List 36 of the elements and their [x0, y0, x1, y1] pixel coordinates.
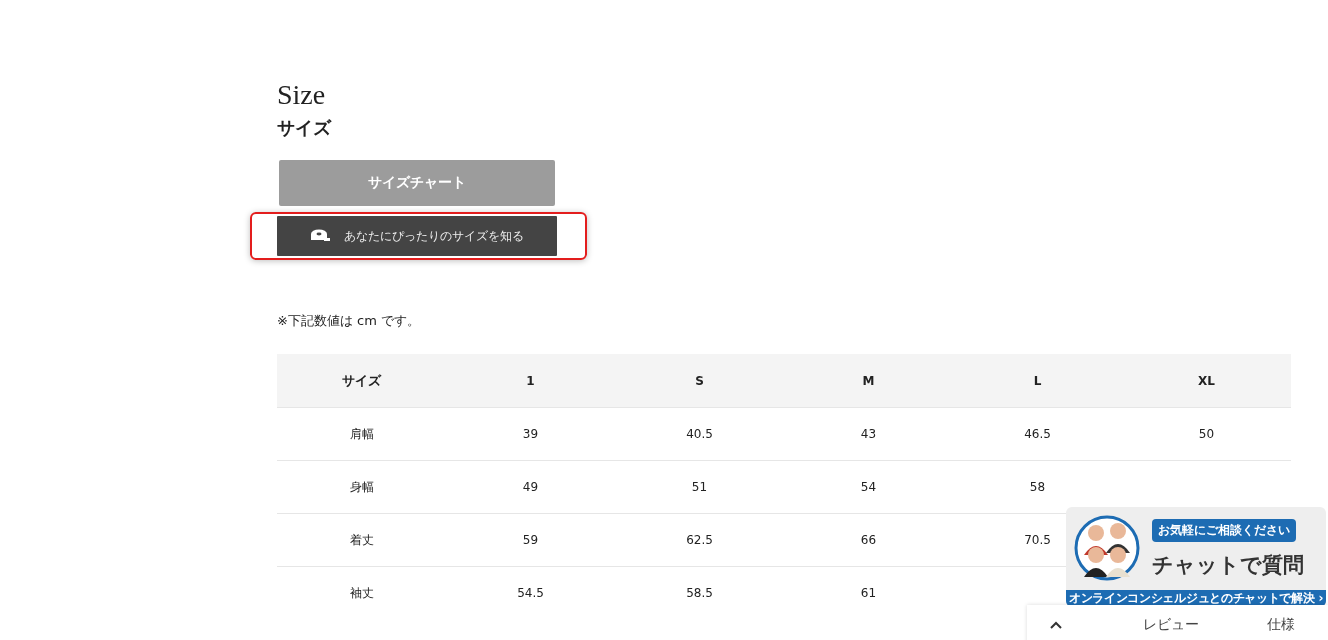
row-label: 袖丈: [277, 566, 446, 619]
chevron-up-icon[interactable]: [1049, 620, 1063, 630]
chat-banner[interactable]: お気軽にご相談ください チャットで質問 オンラインコンシェルジュとのチャットで解決 ›: [1066, 507, 1326, 607]
bottom-tab[interactable]: レビュー: [1143, 616, 1199, 634]
column-header: サイズ: [277, 354, 446, 408]
table-cell: 40.5: [615, 407, 784, 461]
row-label: 肩幅: [277, 407, 446, 461]
table-cell: 58.5: [615, 566, 784, 619]
section-subtitle: サイズ: [277, 116, 331, 140]
column-header: M: [784, 354, 953, 408]
table-cell: 66: [784, 513, 953, 567]
table-cell: 46.5: [953, 407, 1122, 461]
unit-note: ※下記数値は cm です。: [277, 312, 420, 330]
chat-bubble: お気軽にご相談ください: [1152, 519, 1296, 542]
table-cell: 50: [1122, 407, 1291, 461]
table-cell: 49: [446, 460, 615, 514]
table-cell: 62.5: [615, 513, 784, 567]
column-header: XL: [1122, 354, 1291, 408]
table-cell: 61: [784, 566, 953, 619]
table-cell: 43: [784, 407, 953, 461]
table-cell: 39: [446, 407, 615, 461]
people-icon: [1074, 515, 1140, 581]
table-cell: 51: [615, 460, 784, 514]
table-cell: 54.5: [446, 566, 615, 619]
bottom-tab[interactable]: 仕様: [1267, 616, 1295, 634]
section-title: Size: [277, 78, 326, 112]
column-header: 1: [446, 354, 615, 408]
size-finder-button[interactable]: あなたにぴったりのサイズを知る: [277, 216, 557, 256]
row-label: 身幅: [277, 460, 446, 514]
table-cell: 54: [784, 460, 953, 514]
column-header: L: [953, 354, 1122, 408]
chat-title: チャットで質問: [1152, 552, 1304, 579]
table-cell: 59: [446, 513, 615, 567]
row-label: 着丈: [277, 513, 446, 567]
column-header: S: [615, 354, 784, 408]
tape-measure-icon: [310, 229, 330, 243]
